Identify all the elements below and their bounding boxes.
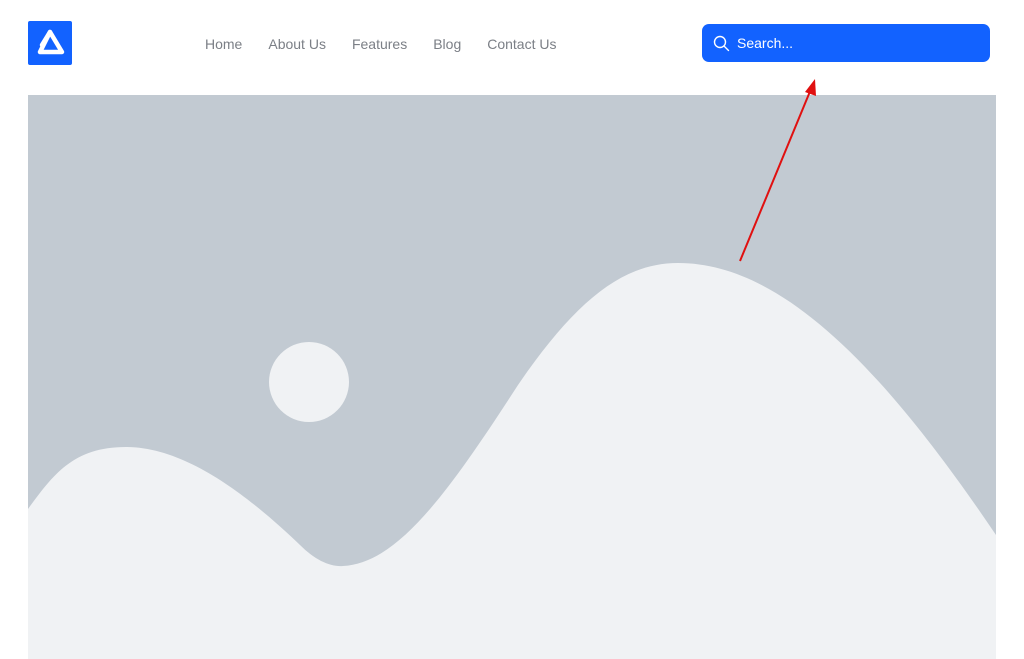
hero-placeholder-image bbox=[28, 95, 996, 659]
brand-logo[interactable] bbox=[28, 21, 72, 65]
search-bar[interactable] bbox=[702, 24, 990, 62]
page: Home About Us Features Blog Contact Us bbox=[0, 0, 1024, 659]
nav-item-home[interactable]: Home bbox=[205, 34, 242, 54]
nav-item-about-us[interactable]: About Us bbox=[268, 34, 326, 54]
sun-icon bbox=[269, 342, 349, 422]
search-icon bbox=[712, 34, 730, 52]
main-nav: Home About Us Features Blog Contact Us bbox=[205, 34, 556, 54]
nav-item-features[interactable]: Features bbox=[352, 34, 407, 54]
search-input[interactable] bbox=[737, 28, 977, 58]
triangle-logo-icon bbox=[37, 29, 65, 55]
nav-item-contact-us[interactable]: Contact Us bbox=[487, 34, 556, 54]
nav-item-blog[interactable]: Blog bbox=[433, 34, 461, 54]
